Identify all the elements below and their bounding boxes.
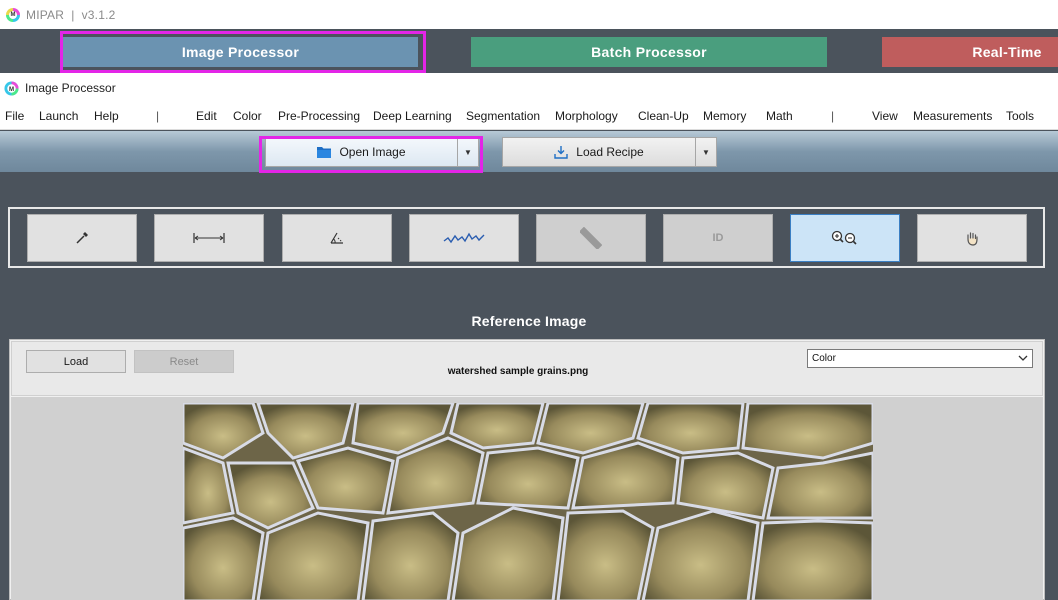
open-image-dropdown[interactable]: ▼ (458, 138, 478, 166)
menu-tools[interactable]: Tools (1006, 109, 1034, 123)
zoom-tool-button[interactable] (790, 214, 900, 262)
view-mode-select[interactable]: Color (807, 349, 1033, 368)
tab-batch-processor[interactable]: Batch Processor (471, 37, 827, 67)
folder-icon (317, 147, 332, 158)
micrograph-graphic (183, 403, 873, 600)
reference-image-viewport[interactable] (11, 397, 1043, 600)
menu-measurements[interactable]: Measurements (913, 109, 992, 123)
load-recipe-button[interactable]: Load Recipe (503, 138, 696, 166)
menu-clean-up[interactable]: Clean-Up (638, 109, 689, 123)
menu-edit[interactable]: Edit (196, 109, 217, 123)
dropdown-arrow-icon: ▼ (464, 147, 472, 157)
measure-angle-icon (330, 232, 343, 244)
tab-real-time[interactable]: Real-Time (882, 37, 1058, 67)
load-recipe-split-button: Load Recipe ▼ (502, 137, 717, 167)
window-titlebar: M Image Processor (0, 73, 1058, 103)
app-title: MIPAR | v3.1.2 (26, 7, 116, 22)
measure-distance-tool-button[interactable] (154, 214, 264, 262)
eyedropper-tool-button[interactable] (27, 214, 137, 262)
menu-deep-learning[interactable]: Deep Learning (373, 109, 452, 123)
menu-file[interactable]: File (5, 109, 24, 123)
open-image-split-button: Open Image ▼ (265, 137, 479, 167)
menu-launch[interactable]: Launch (39, 109, 78, 123)
grain-micrograph-image (183, 403, 873, 600)
mipar-logo-icon: M (6, 7, 20, 22)
reference-image-heading: Reference Image (471, 313, 587, 329)
menu-color[interactable]: Color (233, 109, 262, 123)
menu-morphology[interactable]: Morphology (555, 109, 618, 123)
dropdown-arrow-icon: ▼ (702, 147, 710, 157)
mode-tabs: Image Processor Batch Processor Real-Tim… (0, 29, 1058, 73)
load-recipe-dropdown[interactable]: ▼ (696, 138, 716, 166)
menu-math[interactable]: Math (766, 109, 793, 123)
load-recipe-label: Load Recipe (576, 145, 644, 159)
tab-image-processor[interactable]: Image Processor (63, 37, 418, 67)
reference-controls: Load Reset watershed sample grains.png C… (11, 341, 1043, 396)
menu-memory[interactable]: Memory (703, 109, 746, 123)
measure-distance-icon (193, 233, 225, 243)
menu-help[interactable]: Help (94, 109, 119, 123)
svg-text:M: M (9, 85, 14, 92)
pan-hand-icon (967, 232, 978, 246)
mipar-logo-icon: M (4, 80, 19, 96)
menu-bar: File Launch Help | Edit Color Pre-Proces… (0, 103, 1058, 130)
reference-image-panel: Load Reset watershed sample grains.png C… (9, 339, 1045, 600)
id-icon: ID (712, 232, 724, 244)
open-image-button[interactable]: Open Image (266, 138, 458, 166)
open-image-label: Open Image (339, 145, 406, 159)
chevron-down-icon (1018, 355, 1028, 361)
app-titlebar: M MIPAR | v3.1.2 (0, 0, 1058, 29)
view-mode-value: Color (812, 353, 836, 364)
ruler-icon (580, 227, 602, 249)
menu-separator: | (156, 109, 160, 123)
zoom-icon (831, 230, 857, 245)
menu-separator: | (831, 109, 835, 123)
measure-angle-tool-button[interactable] (282, 214, 392, 262)
main-toolbar: Open Image ▼ Load Recipe ▼ (0, 131, 1058, 172)
window-title: Image Processor (25, 81, 116, 95)
download-icon (554, 146, 568, 159)
line-profile-tool-button[interactable] (409, 214, 519, 262)
menu-segmentation[interactable]: Segmentation (466, 109, 540, 123)
menu-pre-processing[interactable]: Pre-Processing (278, 109, 360, 123)
eyedropper-icon (76, 232, 88, 244)
ruler-tool-button[interactable] (536, 214, 646, 262)
id-tool-button[interactable]: ID (663, 214, 773, 262)
line-profile-icon (443, 232, 485, 244)
pan-tool-button[interactable] (917, 214, 1027, 262)
menu-view[interactable]: View (872, 109, 898, 123)
